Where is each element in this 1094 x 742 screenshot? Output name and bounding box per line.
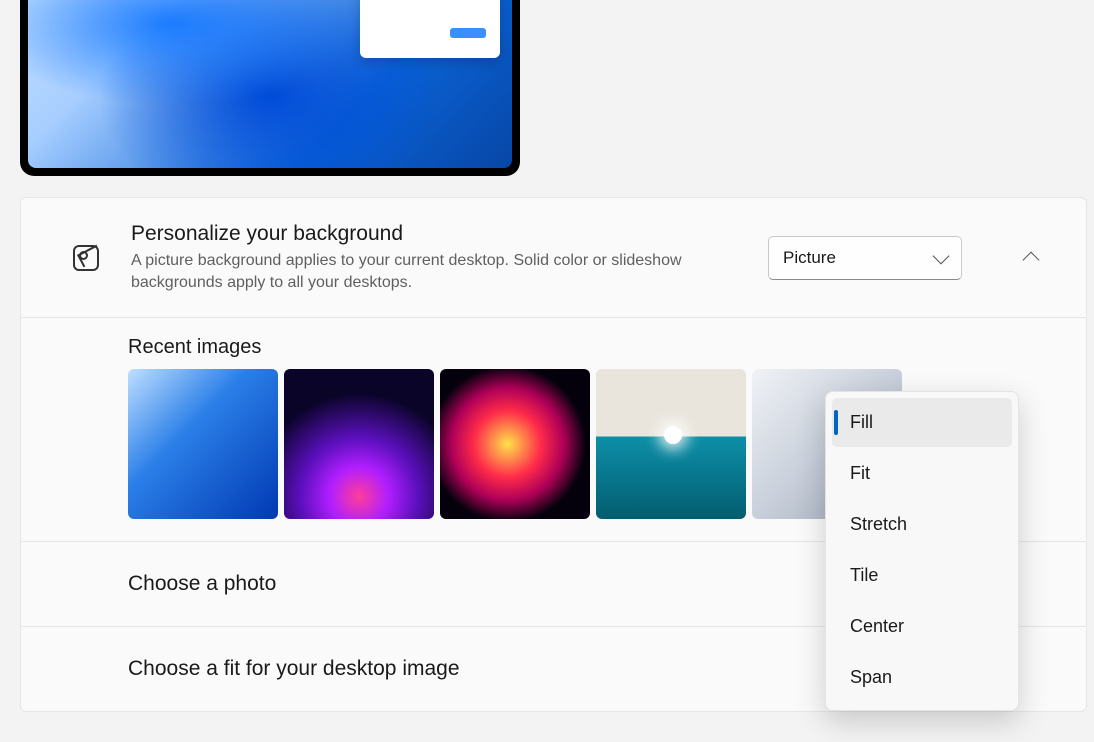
background-type-value: Picture: [783, 248, 836, 268]
fit-option-center[interactable]: Center: [832, 602, 1012, 651]
choose-fit-label: Choose a fit for your desktop image: [128, 657, 460, 681]
fit-option-fill[interactable]: Fill: [832, 398, 1012, 447]
fit-option-label: Center: [850, 616, 904, 636]
fit-option-label: Tile: [850, 565, 878, 585]
fit-option-span[interactable]: Span: [832, 653, 1012, 702]
personalize-description: A picture background applies to your cur…: [131, 250, 738, 293]
personalize-background-row: Personalize your background A picture ba…: [21, 198, 1086, 318]
fit-option-label: Fit: [850, 463, 870, 483]
desktop-preview-wallpaper: [28, 0, 512, 168]
chevron-up-icon: [1023, 251, 1040, 268]
fit-option-stretch[interactable]: Stretch: [832, 500, 1012, 549]
recent-image-thumbnail[interactable]: [596, 369, 746, 519]
recent-images-title: Recent images: [128, 336, 1048, 359]
background-type-dropdown[interactable]: Picture: [768, 236, 962, 280]
personalize-title: Personalize your background: [131, 222, 738, 246]
recent-image-thumbnail[interactable]: [440, 369, 590, 519]
desktop-preview-window: [360, 0, 500, 58]
choose-photo-label: Choose a photo: [128, 572, 276, 596]
picture-icon: [71, 245, 101, 271]
collapse-section-button[interactable]: [1014, 241, 1048, 275]
recent-image-thumbnail[interactable]: [284, 369, 434, 519]
fit-option-label: Fill: [850, 412, 873, 432]
fit-option-label: Span: [850, 667, 892, 687]
fit-option-label: Stretch: [850, 514, 907, 534]
fit-option-tile[interactable]: Tile: [832, 551, 1012, 600]
chevron-down-icon: [933, 247, 950, 264]
recent-image-thumbnail[interactable]: [128, 369, 278, 519]
fit-options-flyout: Fill Fit Stretch Tile Center Span: [825, 391, 1019, 711]
desktop-preview: [20, 0, 520, 176]
personalize-text: Personalize your background A picture ba…: [131, 222, 738, 293]
fit-option-fit[interactable]: Fit: [832, 449, 1012, 498]
